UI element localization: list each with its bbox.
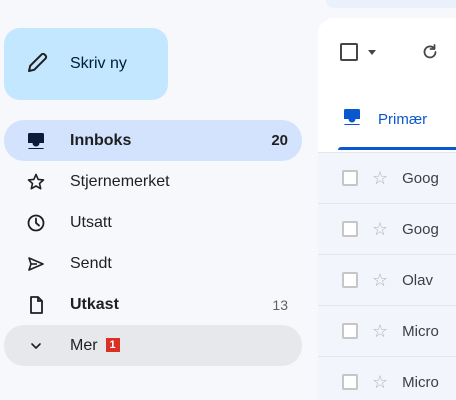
star-icon	[24, 170, 48, 194]
star-icon[interactable]: ☆	[372, 271, 388, 289]
unread-count: 20	[271, 132, 288, 149]
refresh-icon[interactable]	[420, 42, 440, 62]
more-label-wrap: Mer 1	[70, 337, 288, 355]
star-icon[interactable]: ☆	[372, 169, 388, 187]
sidebar-item-snoozed[interactable]: Utsatt	[4, 202, 302, 243]
tab-label: Primær	[378, 110, 428, 128]
sidebar-item-sent[interactable]: Sendt	[4, 243, 302, 284]
sidebar-item-drafts[interactable]: Utkast 13	[4, 284, 302, 325]
row-checkbox[interactable]	[342, 170, 358, 186]
tab-primary[interactable]: Primær	[328, 88, 456, 150]
sender-name: Goog	[402, 169, 439, 187]
message-list-panel: Primær ☆ Goog ☆ Goog ☆ Olav ☆ Micro ☆ Mi…	[318, 18, 456, 400]
send-icon	[24, 252, 48, 276]
star-icon[interactable]: ☆	[372, 220, 388, 238]
nav-list: Innboks 20 Stjernemerket Utsatt Sendt Ut…	[4, 120, 302, 366]
sidebar: Skriv ny Innboks 20 Stjernemerket Utsatt	[0, 0, 318, 400]
row-checkbox[interactable]	[342, 221, 358, 237]
select-all-checkbox[interactable]	[340, 43, 358, 61]
star-icon[interactable]: ☆	[372, 322, 388, 340]
message-list: ☆ Goog ☆ Goog ☆ Olav ☆ Micro ☆ Micro	[318, 152, 456, 400]
draft-file-icon	[24, 293, 48, 317]
message-row[interactable]: ☆ Goog	[318, 152, 456, 203]
clock-icon	[24, 211, 48, 235]
message-row[interactable]: ☆ Goog	[318, 203, 456, 254]
sidebar-item-starred[interactable]: Stjernemerket	[4, 161, 302, 202]
compose-label: Skriv ny	[70, 55, 127, 72]
active-tab-indicator	[338, 147, 456, 150]
draft-count: 13	[272, 296, 288, 313]
pencil-icon	[26, 50, 50, 79]
sender-name: Micro	[402, 322, 439, 340]
row-checkbox[interactable]	[342, 374, 358, 390]
search-bar-edge	[326, 0, 456, 8]
sidebar-item-label: Mer	[70, 336, 98, 354]
sidebar-item-label: Sendt	[70, 254, 112, 272]
compose-button[interactable]: Skriv ny	[4, 28, 168, 100]
message-row[interactable]: ☆ Micro	[318, 305, 456, 356]
message-row[interactable]: ☆ Olav	[318, 254, 456, 305]
select-dropdown-icon[interactable]	[368, 49, 376, 55]
sender-name: Micro	[402, 373, 439, 391]
row-checkbox[interactable]	[342, 272, 358, 288]
inbox-tab-icon	[342, 107, 362, 132]
message-row[interactable]: ☆ Micro	[318, 356, 456, 400]
sidebar-item-label: Utkast	[70, 295, 119, 313]
notification-badge: 1	[105, 338, 120, 353]
sidebar-item-label: Stjernemerket	[70, 172, 170, 190]
sidebar-item-inbox[interactable]: Innboks 20	[4, 120, 302, 161]
sender-name: Olav	[402, 271, 433, 289]
sender-name: Goog	[402, 220, 439, 238]
chevron-down-icon	[24, 334, 48, 358]
list-toolbar	[340, 40, 440, 64]
row-checkbox[interactable]	[342, 323, 358, 339]
sidebar-item-label: Innboks	[70, 131, 132, 149]
star-icon[interactable]: ☆	[372, 373, 388, 391]
inbox-icon	[24, 129, 48, 153]
sidebar-item-more[interactable]: Mer 1	[4, 325, 302, 366]
sidebar-item-label: Utsatt	[70, 213, 112, 231]
